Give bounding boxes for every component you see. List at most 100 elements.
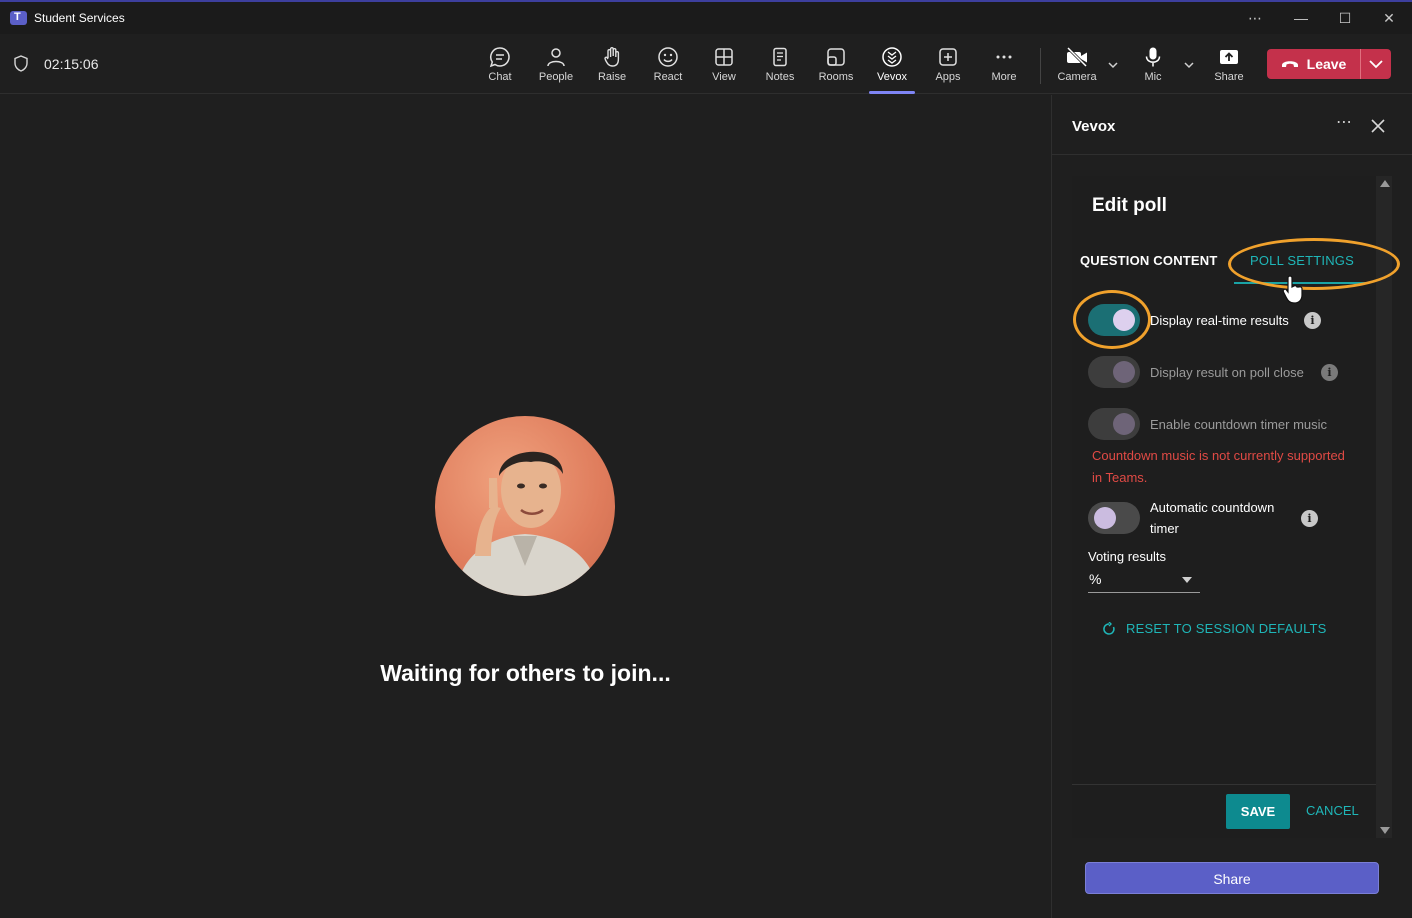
more-button[interactable]: More	[976, 44, 1032, 92]
reset-label: RESET TO SESSION DEFAULTS	[1126, 621, 1327, 636]
raise-hand-button[interactable]: Raise	[584, 44, 640, 92]
auto-countdown-toggle[interactable]	[1088, 502, 1140, 534]
hang-up-phone-icon	[1281, 61, 1298, 67]
chat-icon	[489, 47, 510, 68]
more-dots-icon	[996, 55, 1012, 59]
mic-button[interactable]: Mic	[1125, 44, 1181, 92]
timer-music-label: Enable countdown timer music	[1150, 417, 1328, 432]
view-label: View	[712, 71, 736, 83]
notes-button[interactable]: Notes	[752, 44, 808, 92]
reset-to-defaults-button[interactable]: RESET TO SESSION DEFAULTS	[1102, 621, 1327, 636]
apps-label: Apps	[935, 71, 961, 83]
mic-options-chevron-icon[interactable]	[1182, 58, 1196, 72]
camera-label: Camera	[1057, 71, 1097, 83]
toolbar-divider	[1040, 48, 1041, 84]
vevox-icon	[882, 47, 902, 67]
scrollbar[interactable]	[1376, 176, 1392, 838]
shield-icon	[14, 55, 28, 72]
result-on-close-label: Display result on poll close	[1150, 365, 1304, 380]
share-label: Share	[1214, 71, 1244, 83]
close-icon[interactable]	[1368, 116, 1388, 136]
edit-poll-content: Edit poll QUESTION CONTENT POLL SETTINGS…	[1072, 176, 1376, 838]
share-screen-button[interactable]: Share	[1201, 44, 1257, 92]
vevox-panel: Vevox ⋯ Edit poll QUESTION CONTENT POLL …	[1051, 95, 1412, 918]
scroll-down-arrow-icon[interactable]	[1380, 827, 1390, 834]
people-button[interactable]: People	[528, 44, 584, 92]
maximize-icon[interactable]: ☐	[1330, 8, 1360, 28]
edit-poll-frame: Edit poll QUESTION CONTENT POLL SETTINGS…	[1072, 176, 1392, 838]
people-icon	[547, 48, 565, 67]
rooms-label: Rooms	[818, 71, 854, 83]
voting-results-select[interactable]: %	[1088, 569, 1200, 593]
result-on-close-toggle[interactable]	[1088, 356, 1140, 388]
rooms-icon	[827, 48, 845, 66]
teams-logo-icon	[10, 11, 27, 25]
reset-icon	[1103, 621, 1115, 635]
info-icon[interactable]: i	[1301, 510, 1318, 527]
leave-button[interactable]: Leave	[1267, 49, 1361, 79]
raise-hand-icon	[604, 47, 620, 67]
vevox-button[interactable]: Vevox	[864, 44, 920, 94]
hand-cursor-icon	[1282, 275, 1303, 304]
window-title: Student Services	[34, 11, 125, 25]
panel-divider	[1052, 154, 1412, 155]
toggle-knob	[1113, 361, 1135, 383]
participant-avatar	[435, 416, 615, 596]
apps-plus-icon	[939, 48, 957, 66]
realtime-results-label: Display real-time results	[1150, 313, 1289, 328]
scroll-up-arrow-icon[interactable]	[1380, 180, 1390, 187]
chat-label: Chat	[488, 71, 512, 83]
waiting-message: Waiting for others to join...	[380, 660, 671, 686]
minimize-icon[interactable]: —	[1286, 8, 1316, 28]
leave-button-group: Leave	[1267, 49, 1391, 79]
close-window-icon[interactable]: ✕	[1374, 8, 1404, 28]
voting-results-label: Voting results	[1088, 549, 1167, 564]
share-tray-icon	[1220, 50, 1238, 64]
info-icon[interactable]: i	[1321, 364, 1338, 381]
cancel-button[interactable]: CANCEL	[1306, 803, 1359, 818]
toggle-knob	[1113, 413, 1135, 435]
chat-button[interactable]: Chat	[472, 44, 528, 92]
meeting-timer: 02:15:06	[44, 56, 99, 72]
rooms-button[interactable]: Rooms	[808, 44, 864, 92]
leave-label: Leave	[1306, 56, 1347, 72]
meeting-stage: Waiting for others to join...	[0, 95, 1051, 918]
react-label: React	[653, 71, 683, 83]
toggle-knob	[1094, 507, 1116, 529]
edit-poll-title: Edit poll	[1092, 195, 1167, 216]
share-to-stage-button[interactable]: Share	[1085, 862, 1379, 894]
toggle-knob	[1113, 309, 1135, 331]
info-icon[interactable]: i	[1304, 312, 1321, 329]
timer-music-warning: Countdown music is not currently support…	[1092, 448, 1345, 485]
auto-countdown-label-line2: timer	[1150, 521, 1179, 536]
auto-countdown-label-line1: Automatic countdown	[1150, 500, 1275, 515]
vevox-label: Vevox	[877, 71, 907, 83]
chevron-down-icon	[1369, 60, 1383, 69]
camera-off-icon	[1066, 46, 1088, 68]
window-more-icon[interactable]: ⋯	[1240, 8, 1270, 28]
notes-label: Notes	[765, 71, 795, 83]
view-button[interactable]: View	[696, 44, 752, 92]
title-bar: Student Services ⋯ — ☐ ✕	[0, 0, 1412, 34]
leave-options-dropdown[interactable]	[1361, 49, 1391, 79]
camera-options-chevron-icon[interactable]	[1106, 58, 1120, 72]
more-label: More	[991, 71, 1017, 83]
people-label: People	[538, 71, 574, 83]
save-button[interactable]: SAVE	[1226, 794, 1290, 829]
meeting-toolbar: 02:15:06 Chat People Raise React View No…	[0, 34, 1412, 94]
realtime-results-toggle[interactable]	[1088, 304, 1140, 336]
participant-photo	[455, 451, 599, 596]
panel-more-icon[interactable]: ⋯	[1334, 115, 1354, 136]
camera-button[interactable]: Camera	[1049, 44, 1105, 92]
timer-music-toggle[interactable]	[1088, 408, 1140, 440]
react-button[interactable]: React	[640, 44, 696, 92]
tab-question-content[interactable]: QUESTION CONTENT	[1080, 253, 1218, 268]
voting-results-value: %	[1089, 571, 1102, 587]
caret-down-icon	[1182, 577, 1192, 583]
tab-poll-settings[interactable]: POLL SETTINGS	[1250, 253, 1354, 268]
notes-icon	[773, 47, 787, 67]
raise-label: Raise	[597, 71, 627, 83]
apps-button[interactable]: Apps	[920, 44, 976, 92]
smiley-icon	[658, 47, 678, 67]
mic-label: Mic	[1144, 71, 1162, 83]
